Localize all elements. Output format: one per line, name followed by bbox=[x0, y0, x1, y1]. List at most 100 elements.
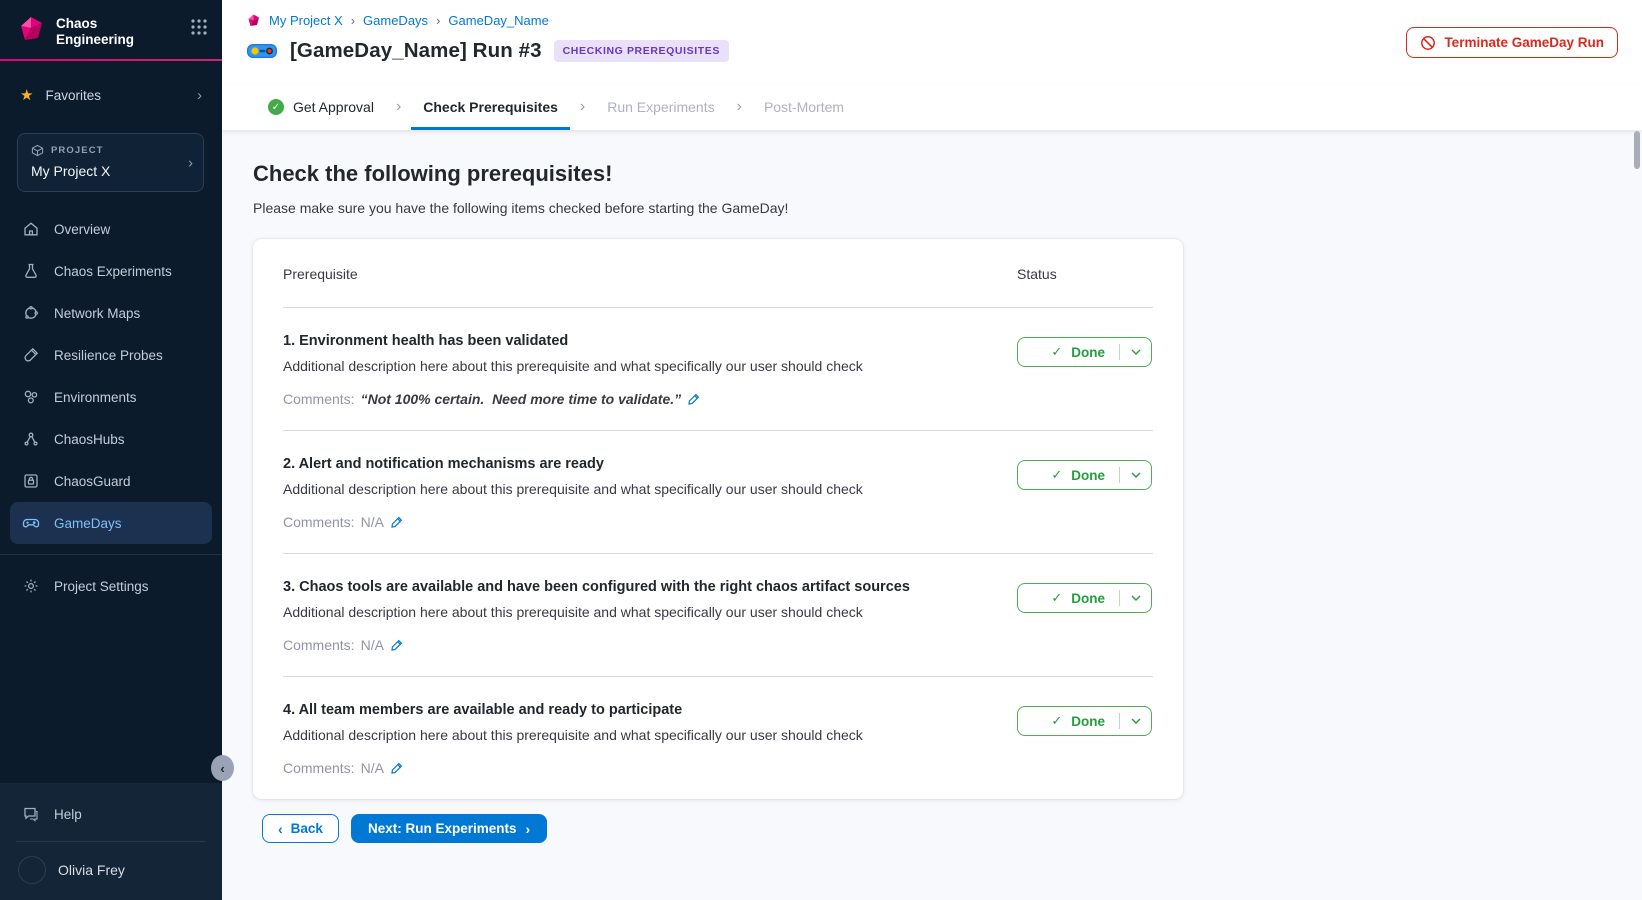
check-icon: ✓ bbox=[1018, 590, 1062, 606]
chevron-down-icon bbox=[1130, 348, 1142, 356]
back-button[interactable]: ‹ Back bbox=[262, 814, 339, 843]
edit-comment-icon[interactable] bbox=[390, 515, 404, 529]
comments-label: Comments: bbox=[283, 760, 355, 776]
sidebar-item-chaosguard[interactable]: ChaosGuard bbox=[10, 460, 212, 502]
sidebar-item-help[interactable]: Help bbox=[10, 793, 212, 835]
tab-get-approval[interactable]: ✓ Get Approval bbox=[256, 84, 386, 130]
home-icon bbox=[21, 220, 41, 238]
column-header-status: Status bbox=[1017, 266, 1057, 282]
sidebar-item-chaos-experiments[interactable]: Chaos Experiments bbox=[10, 250, 212, 292]
button-divider bbox=[1119, 344, 1120, 360]
sidebar-item-label: Overview bbox=[54, 222, 110, 237]
chevron-right-icon: › bbox=[390, 84, 407, 130]
status-done-dropdown[interactable]: ✓ Done bbox=[1017, 583, 1152, 613]
sidebar-item-overview[interactable]: Overview bbox=[10, 208, 212, 250]
breadcrumb-chaos-icon bbox=[246, 13, 261, 28]
gear-icon bbox=[21, 577, 41, 595]
status-label: Done bbox=[1071, 345, 1105, 360]
status-label: Done bbox=[1071, 468, 1105, 483]
main-area: My Project X › GameDays › GameDay_Name bbox=[222, 0, 1642, 900]
chevron-down-icon bbox=[1130, 471, 1142, 479]
breadcrumb-project-link[interactable]: My Project X bbox=[269, 13, 343, 28]
avatar bbox=[18, 856, 46, 884]
tab-label: Post-Mortem bbox=[764, 99, 844, 115]
chevron-right-icon: › bbox=[197, 87, 202, 104]
status-done-dropdown[interactable]: ✓ Done bbox=[1017, 337, 1152, 367]
button-divider bbox=[1119, 713, 1120, 729]
sidebar-collapse-button[interactable]: ‹ bbox=[211, 755, 234, 781]
project-name: My Project X bbox=[31, 163, 177, 179]
tab-run-experiments[interactable]: Run Experiments bbox=[595, 84, 726, 130]
sidebar-item-label: Chaos Experiments bbox=[54, 264, 172, 279]
comments-label: Comments: bbox=[283, 391, 355, 407]
sidebar-menu: Overview Chaos Experiments Network Ma bbox=[0, 208, 222, 544]
table-row: 3. Chaos tools are available and have be… bbox=[283, 554, 1153, 653]
project-selector[interactable]: PROJECT My Project X › bbox=[17, 133, 204, 192]
sidebar-item-network-maps[interactable]: Network Maps bbox=[10, 292, 212, 334]
back-button-label: Back bbox=[291, 821, 323, 836]
page-title: [GameDay_Name] Run #3 bbox=[290, 39, 542, 63]
prohibited-icon bbox=[1420, 35, 1436, 51]
check-circle-icon: ✓ bbox=[268, 99, 284, 115]
page-header: My Project X › GameDays › GameDay_Name bbox=[222, 0, 1642, 84]
project-label: PROJECT bbox=[51, 145, 104, 156]
comments-label: Comments: bbox=[283, 514, 355, 530]
sidebar-item-chaoshubs[interactable]: ChaosHubs bbox=[10, 418, 212, 460]
status-label: Done bbox=[1071, 714, 1105, 729]
comment-text: N/A bbox=[361, 514, 384, 530]
sidebar-item-favorites[interactable]: ★ Favorites › bbox=[0, 83, 222, 107]
next-run-experiments-button[interactable]: Next: Run Experiments › bbox=[351, 814, 547, 843]
hub-nodes-icon bbox=[21, 430, 41, 448]
terminate-gameday-run-button[interactable]: Terminate GameDay Run bbox=[1406, 27, 1618, 58]
vertical-scrollbar[interactable] bbox=[1634, 131, 1640, 169]
terminate-button-label: Terminate GameDay Run bbox=[1444, 35, 1604, 50]
gamepad-icon bbox=[21, 514, 41, 532]
user-menu[interactable]: Olivia Frey bbox=[0, 842, 222, 900]
sidebar: Chaos Engineering ★ Favorites › bbox=[0, 0, 222, 900]
network-map-icon bbox=[21, 304, 41, 322]
content-area: Check the following prerequisites! Pleas… bbox=[222, 130, 1642, 900]
chevron-down-icon bbox=[1130, 717, 1142, 725]
tab-post-mortem[interactable]: Post-Mortem bbox=[752, 84, 856, 130]
chevron-left-icon: ‹ bbox=[220, 761, 224, 776]
sidebar-item-label: ChaosGuard bbox=[54, 474, 131, 489]
section-subheading: Please make sure you have the following … bbox=[253, 200, 1642, 216]
user-name: Olivia Frey bbox=[58, 862, 125, 878]
status-label: Done bbox=[1071, 591, 1105, 606]
tab-check-prerequisites[interactable]: Check Prerequisites bbox=[411, 84, 570, 130]
environments-icon bbox=[21, 388, 41, 406]
comment-text: N/A bbox=[361, 637, 384, 653]
breadcrumb-gamedays-link[interactable]: GameDays bbox=[363, 13, 428, 28]
comments-label: Comments: bbox=[283, 637, 355, 653]
prerequisite-description: Additional description here about this p… bbox=[283, 481, 1017, 497]
table-row: 4. All team members are available and re… bbox=[283, 677, 1153, 776]
sidebar-item-gamedays[interactable]: GameDays bbox=[10, 502, 212, 544]
prerequisite-title: 2. Alert and notification mechanisms are… bbox=[283, 456, 1017, 472]
sidebar-item-project-settings[interactable]: Project Settings bbox=[10, 565, 212, 607]
status-done-dropdown[interactable]: ✓ Done bbox=[1017, 460, 1152, 490]
column-header-prerequisite: Prerequisite bbox=[283, 266, 1017, 282]
tab-label: Check Prerequisites bbox=[423, 99, 558, 115]
breadcrumb-gameday-name-link[interactable]: GameDay_Name bbox=[448, 13, 548, 28]
module-grid-icon[interactable] bbox=[190, 14, 208, 36]
tab-label: Run Experiments bbox=[607, 99, 714, 115]
sidebar-item-resilience-probes[interactable]: Resilience Probes bbox=[10, 334, 212, 376]
check-icon: ✓ bbox=[1018, 713, 1062, 729]
edit-comment-icon[interactable] bbox=[390, 638, 404, 652]
stepper-tabs: ✓ Get Approval › Check Prerequisites › R… bbox=[222, 84, 1642, 130]
prerequisite-description: Additional description here about this p… bbox=[283, 727, 1017, 743]
status-done-dropdown[interactable]: ✓ Done bbox=[1017, 706, 1152, 736]
edit-comment-icon[interactable] bbox=[687, 392, 701, 406]
sidebar-item-label: ChaosHubs bbox=[54, 432, 125, 447]
sidebar-item-environments[interactable]: Environments bbox=[10, 376, 212, 418]
status-badge: CHECKING PREREQUISITES bbox=[554, 40, 729, 62]
sidebar-item-label: Environments bbox=[54, 390, 137, 405]
button-divider bbox=[1119, 467, 1120, 483]
chevron-left-icon: ‹ bbox=[278, 821, 283, 837]
chaos-engineering-logo-icon bbox=[16, 14, 46, 44]
prerequisite-title: 1. Environment health has been validated bbox=[283, 333, 1017, 349]
next-button-label: Next: Run Experiments bbox=[368, 821, 517, 836]
sidebar-item-label: Project Settings bbox=[54, 579, 149, 594]
chevron-right-icon: › bbox=[526, 821, 531, 837]
edit-comment-icon[interactable] bbox=[390, 761, 404, 775]
